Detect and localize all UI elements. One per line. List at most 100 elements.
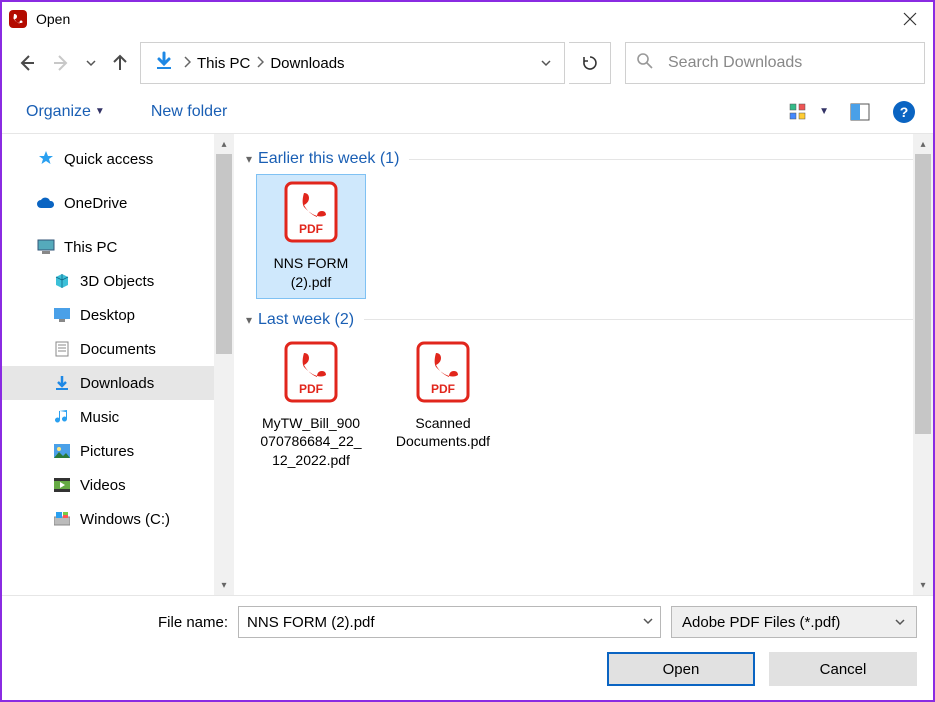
chevron-down-icon: ▾ <box>246 152 252 166</box>
new-folder-button[interactable]: New folder <box>145 99 233 125</box>
help-button[interactable]: ? <box>893 101 915 123</box>
preview-pane-button[interactable] <box>849 101 871 123</box>
chevron-down-icon <box>894 616 906 628</box>
sidebar-item-this-pc[interactable]: This PC <box>2 230 234 264</box>
chevron-down-icon: ▾ <box>246 313 252 327</box>
group-earlier-this-week[interactable]: ▾ Earlier this week (1) <box>246 150 915 168</box>
drive-icon <box>52 509 72 529</box>
sidebar-item-desktop[interactable]: Desktop <box>2 298 234 332</box>
open-label: Open <box>663 661 700 678</box>
sidebar-item-downloads[interactable]: Downloads <box>2 366 234 400</box>
sidebar-item-windows-c[interactable]: Windows (C:) <box>2 502 234 536</box>
downloads-folder-icon <box>153 50 175 76</box>
scroll-up-icon[interactable]: ▴ <box>221 134 226 154</box>
address-dropdown[interactable] <box>532 57 560 69</box>
scroll-thumb[interactable] <box>915 154 931 434</box>
sidebar-label: This PC <box>64 239 117 256</box>
open-dialog: Open This PC <box>0 0 935 702</box>
cancel-label: Cancel <box>820 661 867 678</box>
sidebar-item-videos[interactable]: Videos <box>2 468 234 502</box>
app-icon <box>8 9 28 29</box>
address-bar[interactable]: This PC Downloads <box>140 42 565 84</box>
pdf-icon: PDF <box>284 181 338 248</box>
sidebar-label: Videos <box>80 477 126 494</box>
open-button[interactable]: Open <box>607 652 755 686</box>
svg-text:PDF: PDF <box>431 382 455 396</box>
file-name: Scanned Documents.pdf <box>392 414 494 452</box>
refresh-button[interactable] <box>569 42 611 84</box>
back-button[interactable] <box>10 47 42 79</box>
group-label: Last week (2) <box>258 311 354 329</box>
toolbar: Organize ▼ New folder ▼ ? <box>2 90 933 134</box>
sidebar-label: 3D Objects <box>80 273 154 290</box>
chevron-right-icon[interactable] <box>181 55 193 72</box>
organize-button[interactable]: Organize ▼ <box>20 99 111 125</box>
filename-dropdown[interactable] <box>636 614 654 631</box>
group-label: Earlier this week (1) <box>258 150 399 168</box>
videos-icon <box>52 475 72 495</box>
close-button[interactable] <box>887 2 933 36</box>
cancel-button[interactable]: Cancel <box>769 652 917 686</box>
sidebar-label: Pictures <box>80 443 134 460</box>
sidebar-item-onedrive[interactable]: OneDrive <box>2 186 234 220</box>
new-folder-label: New folder <box>151 103 227 121</box>
sidebar: Quick access OneDrive This PC 3D <box>2 134 234 595</box>
scroll-up-icon[interactable]: ▴ <box>920 134 925 154</box>
organize-label: Organize <box>26 103 91 121</box>
file-name: MyTW_Bill_900070786684_22_12_2022.pdf <box>260 414 362 471</box>
recent-locations-dropdown[interactable] <box>82 58 100 68</box>
documents-icon <box>52 339 72 359</box>
sidebar-label: Quick access <box>64 151 153 168</box>
file-name: NNS FORM (2).pdf <box>261 254 361 292</box>
scroll-down-icon[interactable]: ▾ <box>221 575 226 595</box>
window-title: Open <box>36 11 70 27</box>
filename-input[interactable] <box>238 606 661 638</box>
sidebar-label: Music <box>80 409 119 426</box>
breadcrumb-this-pc[interactable]: This PC <box>193 55 254 72</box>
sidebar-item-music[interactable]: Music <box>2 400 234 434</box>
music-icon <box>52 407 72 427</box>
view-dropdown[interactable]: ▼ <box>819 106 829 117</box>
titlebar: Open <box>2 2 933 36</box>
sidebar-item-3d-objects[interactable]: 3D Objects <box>2 264 234 298</box>
pictures-icon <box>52 441 72 461</box>
chevron-right-icon[interactable] <box>254 55 266 72</box>
filename-label: File name: <box>158 614 228 631</box>
sidebar-label: Documents <box>80 341 156 358</box>
sidebar-label: Downloads <box>80 375 154 392</box>
desktop-icon <box>52 305 72 325</box>
forward-button[interactable] <box>46 47 78 79</box>
group-last-week[interactable]: ▾ Last week (2) <box>246 311 915 329</box>
sidebar-label: OneDrive <box>64 195 127 212</box>
search-input[interactable]: Search Downloads <box>625 42 925 84</box>
up-button[interactable] <box>104 47 136 79</box>
breadcrumb-downloads[interactable]: Downloads <box>266 55 348 72</box>
sidebar-item-pictures[interactable]: Pictures <box>2 434 234 468</box>
sidebar-scrollbar[interactable]: ▴ ▾ <box>214 134 234 595</box>
caret-down-icon: ▼ <box>95 106 105 117</box>
file-list: ▾ Earlier this week (1) PDF NNS FORM (2)… <box>234 134 933 595</box>
star-icon <box>36 149 56 169</box>
svg-text:PDF: PDF <box>299 382 323 396</box>
content-scrollbar[interactable]: ▴ ▾ <box>913 134 933 595</box>
filename-field[interactable] <box>245 613 636 632</box>
view-options-button[interactable] <box>787 101 809 123</box>
search-icon <box>636 52 654 74</box>
file-item[interactable]: PDF Scanned Documents.pdf <box>388 335 498 477</box>
nav-row: This PC Downloads Search Downloads <box>2 36 933 90</box>
sidebar-item-quick-access[interactable]: Quick access <box>2 142 234 176</box>
pc-icon <box>36 237 56 257</box>
pdf-icon: PDF <box>284 341 338 408</box>
cloud-icon <box>36 193 56 213</box>
filetype-select[interactable]: Adobe PDF Files (*.pdf) <box>671 606 917 638</box>
sidebar-label: Windows (C:) <box>80 511 170 528</box>
scroll-thumb[interactable] <box>216 154 232 354</box>
search-placeholder: Search Downloads <box>668 54 802 72</box>
file-item[interactable]: PDF MyTW_Bill_900070786684_22_12_2022.pd… <box>256 335 366 477</box>
downloads-icon <box>52 373 72 393</box>
cube-icon <box>52 271 72 291</box>
scroll-down-icon[interactable]: ▾ <box>920 575 925 595</box>
sidebar-item-documents[interactable]: Documents <box>2 332 234 366</box>
file-item[interactable]: PDF NNS FORM (2).pdf <box>256 174 366 299</box>
filetype-label: Adobe PDF Files (*.pdf) <box>682 614 840 631</box>
